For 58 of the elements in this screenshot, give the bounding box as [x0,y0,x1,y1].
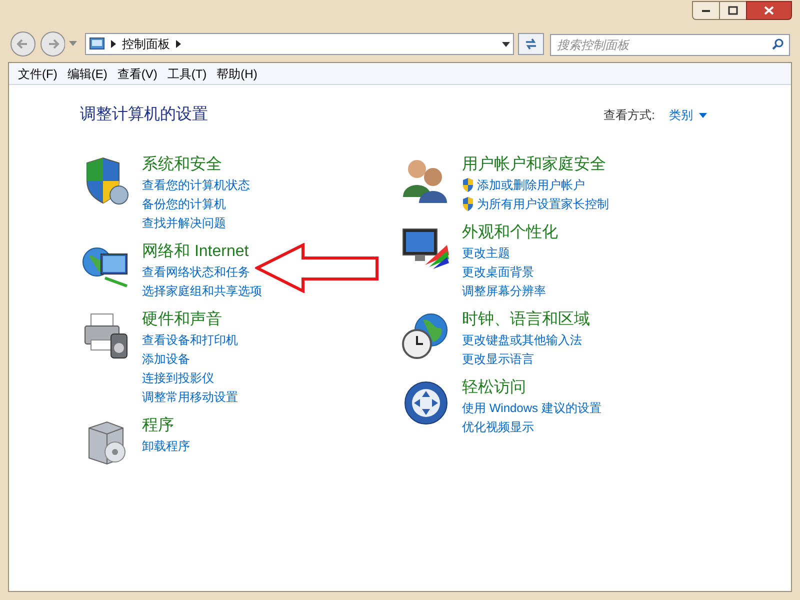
task-link[interactable]: 查看网络状态和任务 [142,262,250,280]
breadcrumb-item[interactable]: 控制面板 [122,35,170,53]
task-link[interactable]: 备份您的计算机 [142,194,226,212]
task-link[interactable]: 更改键盘或其他输入法 [462,330,582,348]
shield-icon [462,196,474,210]
view-by-label: 查看方式: [604,107,655,124]
task-link[interactable]: 连接到投影仪 [142,368,214,386]
menu-item[interactable]: 帮助(H) [212,64,262,82]
menu-item[interactable]: 文件(F) [13,64,62,82]
dropdown-caret-icon[interactable] [502,42,510,46]
category-title[interactable]: 硬件和声音 [142,310,222,330]
category-title[interactable]: 程序 [142,416,174,436]
minimize-icon [701,8,711,12]
category-title[interactable]: 时钟、语言和区域 [462,310,590,330]
category-title[interactable]: 外观和个性化 [462,223,558,243]
task-link[interactable]: 查看您的计算机状态 [142,176,250,194]
control-panel-icon [89,37,106,51]
search-field[interactable]: 搜索控制面板 [550,34,790,56]
caret-icon [699,112,707,118]
menu-item[interactable]: 查看(V) [112,64,162,82]
category-title[interactable]: 用户帐户和家庭安全 [462,155,606,175]
task-link[interactable]: 使用 Windows 建议的设置 [462,398,602,416]
back-button[interactable] [10,31,36,57]
page-heading: 调整计算机的设置 [80,104,208,125]
chevron-icon [176,40,182,48]
close-icon [764,6,774,15]
task-link[interactable]: 添加或删除用户帐户 [477,176,585,194]
task-link[interactable]: 查找并解决问题 [142,214,226,232]
task-link[interactable]: 更改桌面背景 [462,262,534,280]
category-title[interactable]: 网络和 Internet [142,242,249,262]
maximize-icon [728,6,738,15]
task-link[interactable]: 更改显示语言 [462,350,534,368]
search-icon [772,38,784,50]
history-caret-icon[interactable] [69,41,78,47]
chevron-icon [111,40,116,48]
view-by-dropdown[interactable]: 类别 [669,106,707,124]
task-link[interactable]: 添加设备 [142,350,190,368]
refresh-button[interactable] [518,33,544,55]
category-title[interactable]: 系统和安全 [142,155,222,175]
refresh-icon [524,38,538,50]
menu-item[interactable]: 工具(T) [162,64,212,82]
shield-icon [462,178,474,192]
minimize-button[interactable] [692,1,720,20]
menu-item[interactable]: 编辑(E) [62,64,112,82]
task-link[interactable]: 调整常用移动设置 [142,388,238,406]
task-link[interactable]: 选择家庭组和共享选项 [142,282,262,300]
task-link[interactable]: 更改主题 [462,244,510,262]
forward-button[interactable] [40,31,66,57]
category-title[interactable]: 轻松访问 [462,378,526,398]
accessibility-icon [403,380,449,426]
task-link[interactable]: 卸载程序 [142,436,190,454]
task-link[interactable]: 调整屏幕分辨率 [462,282,546,300]
task-link[interactable]: 查看设备和打印机 [142,330,238,348]
task-link[interactable]: 为所有用户设置家长控制 [477,194,609,212]
task-link[interactable]: 优化视频显示 [462,418,534,436]
maximize-button[interactable] [720,1,746,20]
address-field[interactable]: 控制面板 [85,33,514,55]
close-button[interactable] [746,1,792,20]
